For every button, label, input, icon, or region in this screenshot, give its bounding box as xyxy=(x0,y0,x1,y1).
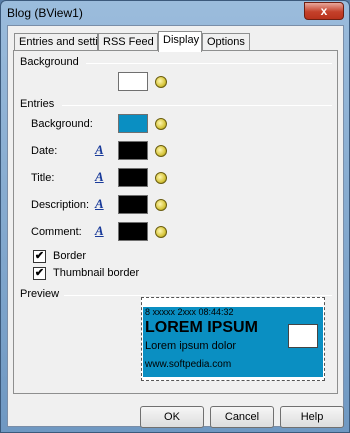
preview-box: 8 xxxxx 2xxx 08:44:32 LOREM IPSUM Lorem … xyxy=(141,297,325,381)
date-color-swatch[interactable] xyxy=(118,141,148,160)
help-button-label: Help xyxy=(300,411,324,423)
tab-options[interactable]: Options xyxy=(202,33,250,51)
check-icon: ✔ xyxy=(34,267,45,279)
color-picker-icon[interactable] xyxy=(155,76,167,88)
font-icon[interactable]: A xyxy=(95,143,109,157)
entry-background-swatch[interactable] xyxy=(118,114,148,133)
color-picker-icon[interactable] xyxy=(155,226,167,238)
description-color-swatch[interactable] xyxy=(118,195,148,214)
window-title: Blog (BView1) xyxy=(7,6,83,20)
title-color-swatch[interactable] xyxy=(118,168,148,187)
color-picker-icon[interactable] xyxy=(155,199,167,211)
entries-group-label: Entries xyxy=(20,98,55,110)
tab-label: RSS Feed xyxy=(103,36,154,48)
group-divider xyxy=(64,295,332,296)
color-picker-icon[interactable] xyxy=(155,145,167,157)
check-icon: ✔ xyxy=(34,250,45,262)
background-group-label: Background xyxy=(20,56,79,68)
font-icon[interactable]: A xyxy=(95,170,109,184)
cancel-button[interactable]: Cancel xyxy=(210,406,274,428)
group-divider xyxy=(62,105,332,106)
tab-label: Options xyxy=(207,36,245,48)
entry-background-label: Background: xyxy=(31,118,93,130)
description-label: Description: xyxy=(31,199,90,211)
tab-display[interactable]: Display xyxy=(158,31,202,52)
dialog-client: Entries and settings RSS Feed Display Op… xyxy=(7,25,344,428)
close-icon: x xyxy=(320,4,328,18)
close-button[interactable]: x xyxy=(304,2,344,20)
comment-label: Comment: xyxy=(31,226,82,238)
preview-title: LOREM IPSUM xyxy=(145,319,258,336)
background-color-swatch[interactable] xyxy=(118,72,148,91)
title-label: Title: xyxy=(31,172,55,184)
date-label: Date: xyxy=(31,145,58,157)
border-checkbox-label[interactable]: Border xyxy=(53,250,86,262)
preview-entry: 8 xxxxx 2xxx 08:44:32 LOREM IPSUM Lorem … xyxy=(143,307,323,377)
dialog-window: Blog (BView1) x Entries and settings RSS… xyxy=(0,0,350,433)
cancel-button-label: Cancel xyxy=(224,411,260,423)
color-picker-icon[interactable] xyxy=(155,118,167,130)
font-icon[interactable]: A xyxy=(95,197,109,211)
tab-label: Display xyxy=(163,34,200,46)
thumbnail-border-checkbox[interactable]: ✔ xyxy=(33,267,46,280)
preview-thumbnail xyxy=(288,324,318,348)
group-divider xyxy=(86,63,332,64)
tab-rss-feed[interactable]: RSS Feed xyxy=(98,33,158,51)
thumbnail-border-checkbox-label[interactable]: Thumbnail border xyxy=(53,267,139,279)
preview-group-label: Preview xyxy=(20,288,60,300)
ok-button-label: OK xyxy=(164,411,180,423)
comment-color-swatch[interactable] xyxy=(118,222,148,241)
preview-url: www.softpedia.com xyxy=(145,359,232,370)
border-checkbox[interactable]: ✔ xyxy=(33,250,46,263)
preview-description: Lorem ipsum dolor xyxy=(145,340,237,352)
title-bar[interactable]: Blog (BView1) x xyxy=(1,1,349,25)
preview-date: 8 xxxxx 2xxx 08:44:32 xyxy=(145,307,234,317)
ok-button[interactable]: OK xyxy=(140,406,204,428)
color-picker-icon[interactable] xyxy=(155,172,167,184)
tab-entries-and-settings[interactable]: Entries and settings xyxy=(14,33,116,51)
help-button[interactable]: Help xyxy=(280,406,344,428)
font-icon[interactable]: A xyxy=(95,224,109,238)
